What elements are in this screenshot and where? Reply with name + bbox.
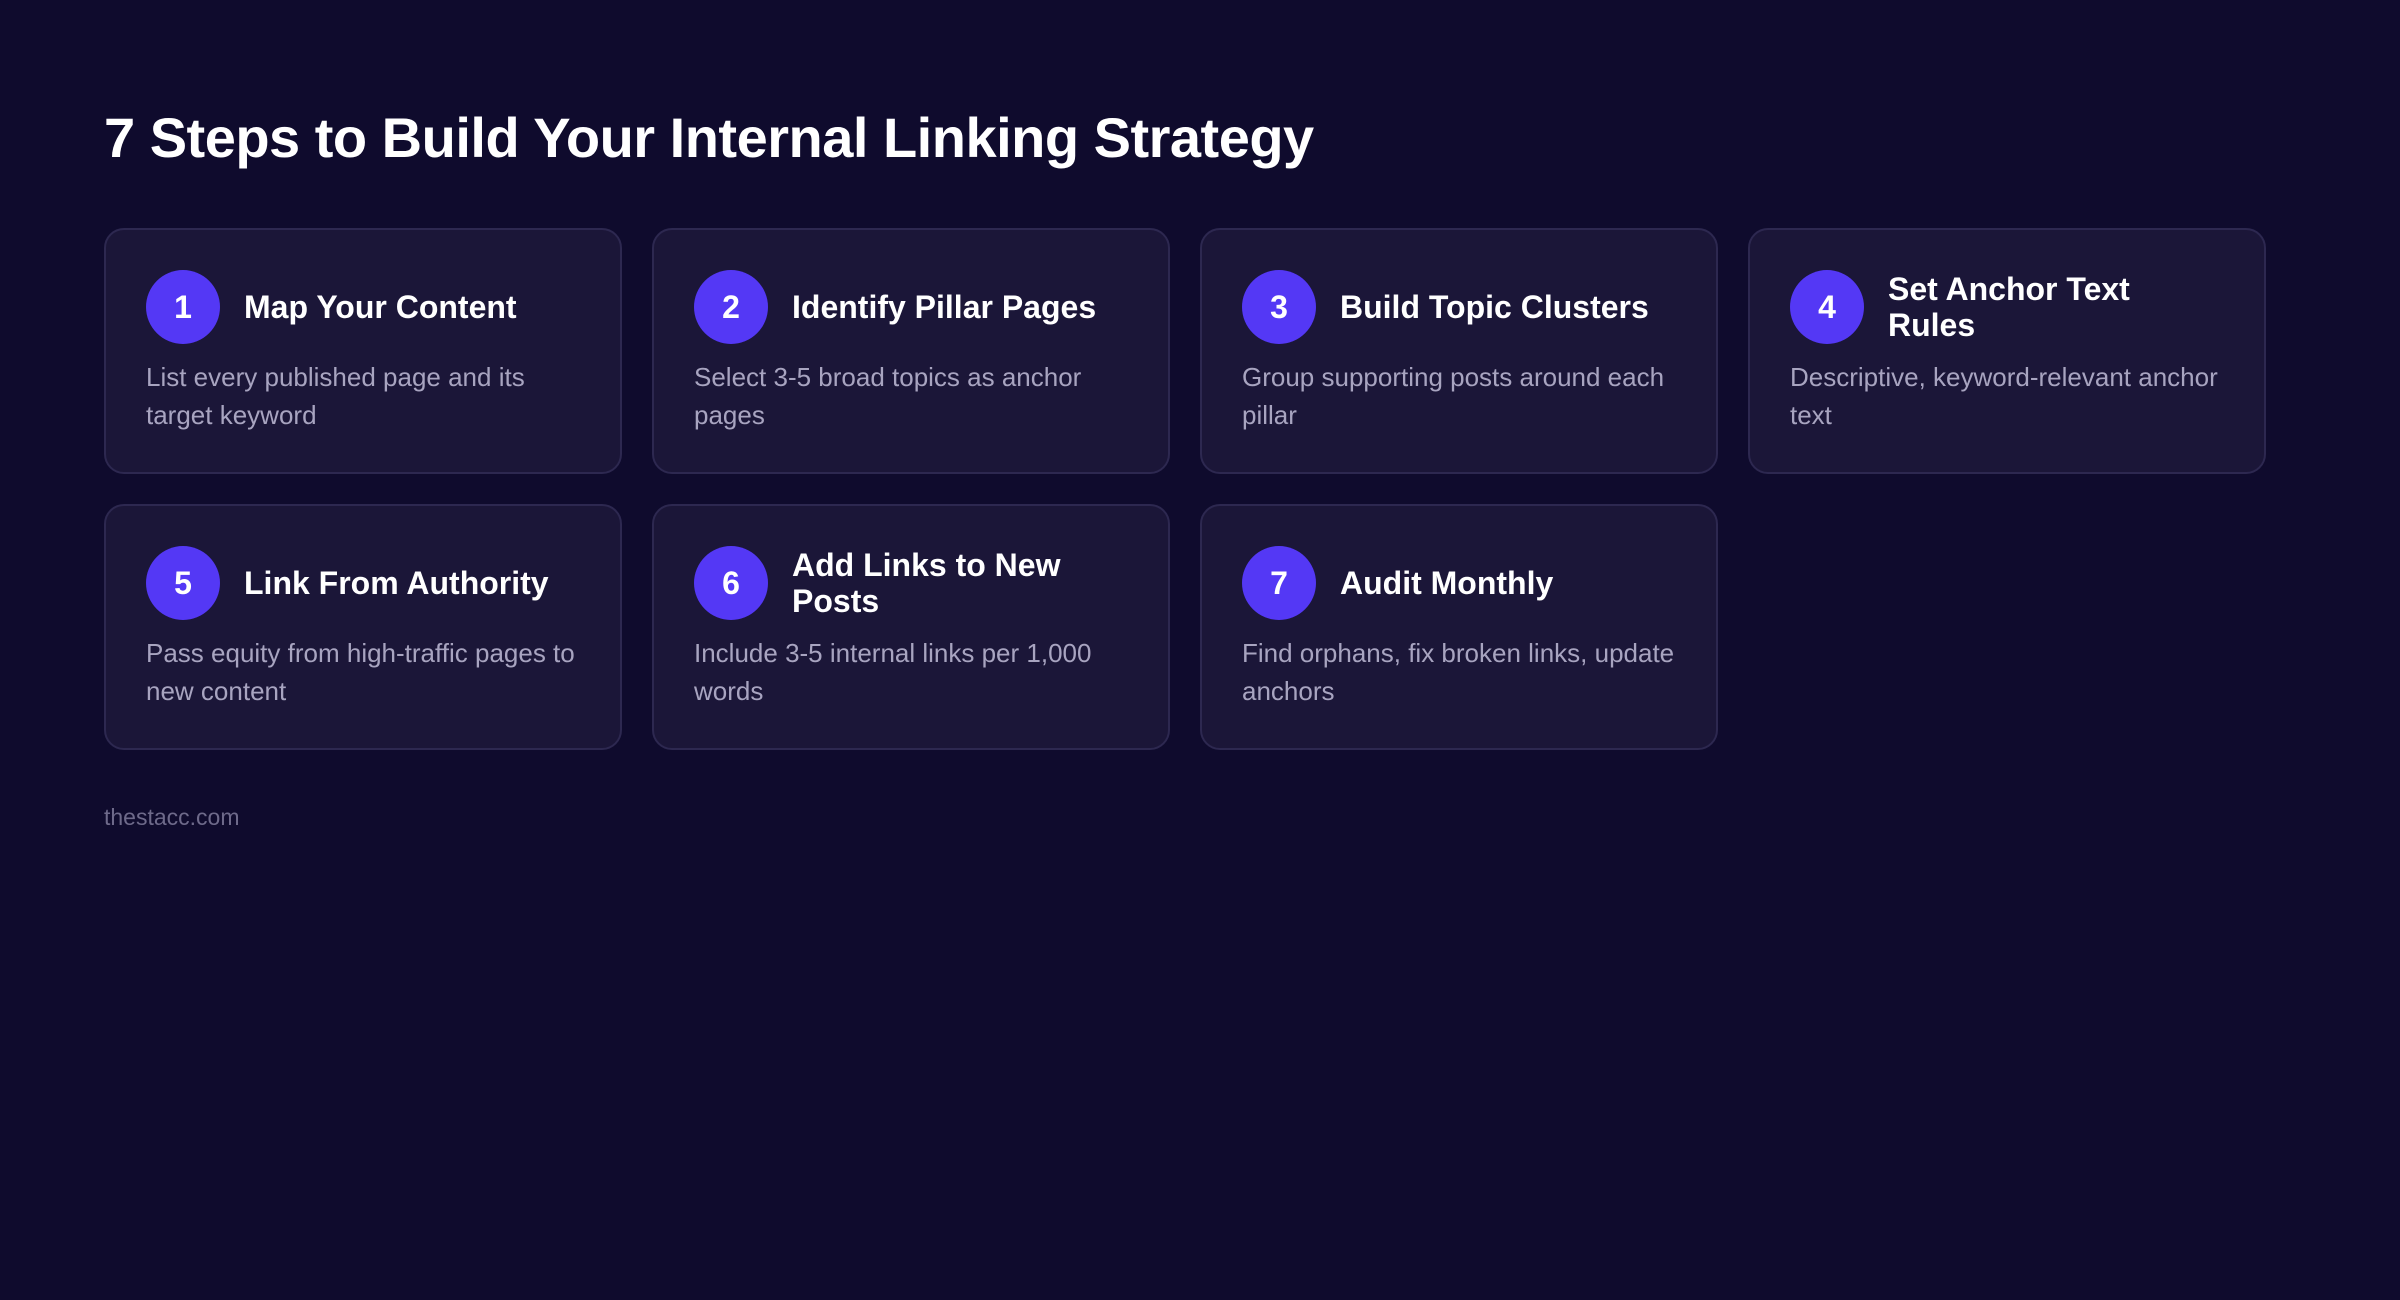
step-card-header: 1 Map Your Content	[146, 270, 580, 344]
step-card-header: 5 Link From Authority	[146, 546, 580, 620]
step-number-badge: 3	[1242, 270, 1316, 344]
step-card-header: 2 Identify Pillar Pages	[694, 270, 1128, 344]
steps-grid: 1 Map Your Content List every published …	[104, 228, 2304, 750]
step-card-header: 4 Set Anchor Text Rules	[1790, 270, 2224, 344]
page: 7 Steps to Build Your Internal Linking S…	[104, 104, 2304, 831]
step-description: Descriptive, keyword-relevant anchor tex…	[1790, 362, 2218, 430]
step-number-badge: 5	[146, 546, 220, 620]
step-card-5: 5 Link From Authority Pass equity from h…	[104, 504, 622, 750]
step-title: Build Topic Clusters	[1340, 289, 1649, 325]
step-description: Include 3-5 internal links per 1,000 wor…	[694, 638, 1092, 706]
step-card-7: 7 Audit Monthly Find orphans, fix broken…	[1200, 504, 1718, 750]
page-title: 7 Steps to Build Your Internal Linking S…	[104, 106, 1314, 169]
step-card-2: 2 Identify Pillar Pages Select 3-5 broad…	[652, 228, 1170, 474]
step-title: Set Anchor Text Rules	[1888, 271, 2130, 343]
step-card-4: 4 Set Anchor Text Rules Descriptive, key…	[1748, 228, 2266, 474]
step-title: Add Links to New Posts	[792, 547, 1061, 619]
step-card-header: 6 Add Links to New Posts	[694, 546, 1128, 620]
source-credit: thestacc.com	[104, 804, 240, 830]
step-number-badge: 2	[694, 270, 768, 344]
step-number-badge: 7	[1242, 546, 1316, 620]
step-card-3: 3 Build Topic Clusters Group supporting …	[1200, 228, 1718, 474]
step-card-header: 3 Build Topic Clusters	[1242, 270, 1676, 344]
step-card-header: 7 Audit Monthly	[1242, 546, 1676, 620]
step-card-6: 6 Add Links to New Posts Include 3-5 int…	[652, 504, 1170, 750]
step-number-badge: 6	[694, 546, 768, 620]
step-description: Find orphans, fix broken links, update a…	[1242, 638, 1675, 706]
step-description: List every published page and its target…	[146, 362, 525, 430]
step-description: Pass equity from high-traffic pages to n…	[146, 638, 575, 706]
step-title: Audit Monthly	[1340, 565, 1554, 601]
step-number-badge: 1	[146, 270, 220, 344]
step-number-badge: 4	[1790, 270, 1864, 344]
step-title: Identify Pillar Pages	[792, 289, 1097, 325]
step-description: Group supporting posts around each pilla…	[1242, 362, 1665, 430]
step-title: Link From Authority	[244, 565, 549, 601]
step-title: Map Your Content	[244, 289, 517, 325]
step-description: Select 3-5 broad topics as anchor pages	[694, 362, 1082, 430]
step-card-1: 1 Map Your Content List every published …	[104, 228, 622, 474]
